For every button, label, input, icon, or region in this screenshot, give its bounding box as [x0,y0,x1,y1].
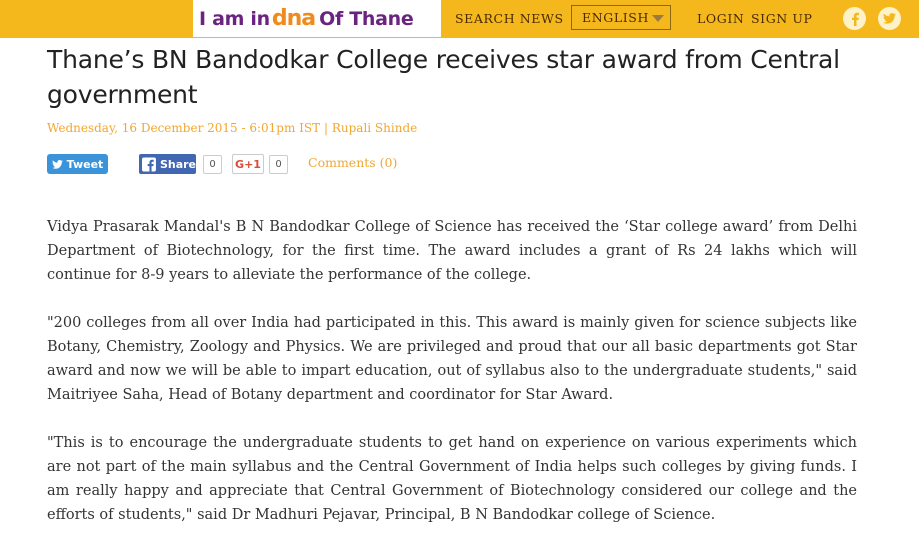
language-dropdown[interactable]: ENGLISH [571,5,671,30]
top-navbar: I am in dna Of Thane SEARCH NEWS ENGLISH… [0,0,919,38]
article-paragraph: "200 colleges from all over India had pa… [47,315,857,403]
share-label: Share [159,157,196,171]
logo-text-prefix: I am in [199,7,270,30]
signup-link[interactable]: SIGN UP [751,11,813,26]
article-body: Vidya Prasarak Mandal's B N Bandodkar Co… [47,215,857,545]
language-selected-value: ENGLISH [582,10,649,25]
facebook-icon [142,157,156,171]
meta-separator: | [323,121,329,135]
logo-dna-mark: dna [271,6,316,31]
login-link[interactable]: LOGIN [697,11,744,26]
article-author[interactable]: Rupali Shinde [332,121,417,135]
article-title: Thane’s BN Bandodkar College receives st… [47,45,840,109]
search-news-link[interactable]: SEARCH NEWS [455,11,564,26]
article-paragraph: Vidya Prasarak Mandal's B N Bandodkar Co… [47,219,857,283]
comments-link[interactable]: Comments (0) [308,155,397,170]
google-plus-count: 0 [269,155,288,174]
article-date: Wednesday, 16 December 2015 - 6:01pm IST [47,121,321,135]
tweet-label: Tweet [66,157,104,171]
article-meta: Wednesday, 16 December 2015 - 6:01pm IST… [47,121,417,135]
site-logo[interactable]: I am in dna Of Thane [193,0,441,37]
chevron-down-icon [652,15,664,22]
facebook-icon [851,12,859,26]
article-paragraph: "This is to encourage the undergraduate … [47,435,857,523]
facebook-share-count: 0 [203,155,222,174]
share-bar: Tweet Share 0 G+1 0 Comments (0) [47,154,447,174]
twitter-icon [883,13,896,24]
logo-text-suffix: Of Thane [319,7,414,30]
google-plus-label: G+1 [235,157,261,171]
google-plus-button[interactable]: G+1 [232,154,264,174]
facebook-button[interactable] [843,7,866,30]
tweet-button[interactable]: Tweet [47,154,108,174]
twitter-icon [51,159,63,169]
facebook-share-button[interactable]: Share [139,154,196,174]
twitter-button[interactable] [878,7,901,30]
